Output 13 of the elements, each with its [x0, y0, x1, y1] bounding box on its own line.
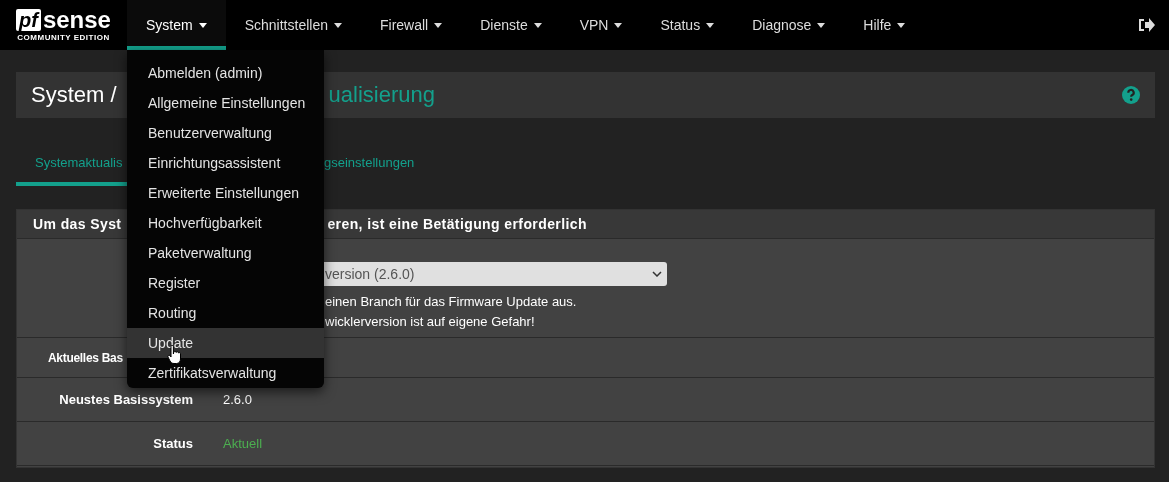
panel-heading: Um das Syst: [33, 216, 122, 232]
help-text: einen Branch für das Firmware Update aus.: [325, 293, 578, 311]
row-label: Status: [152, 436, 193, 451]
logo-word: sense: [42, 8, 111, 31]
logo-mark: pf: [16, 8, 41, 31]
logo-edition: COMMUNITY EDITION: [17, 32, 110, 42]
row-value: 2.6.0: [223, 392, 252, 407]
row-label: Neustes Basissystem: [58, 392, 193, 407]
row-label: Aktuelles Bas: [48, 350, 123, 365]
breadcrumb-current: ualisierung: [328, 82, 435, 108]
panel-heading: eren, ist eine Betätigung erforderlich: [327, 216, 587, 232]
help-text: wicklerversion ist auf eigene Gefahr!: [325, 313, 536, 331]
status-value: Aktuell: [223, 436, 263, 451]
